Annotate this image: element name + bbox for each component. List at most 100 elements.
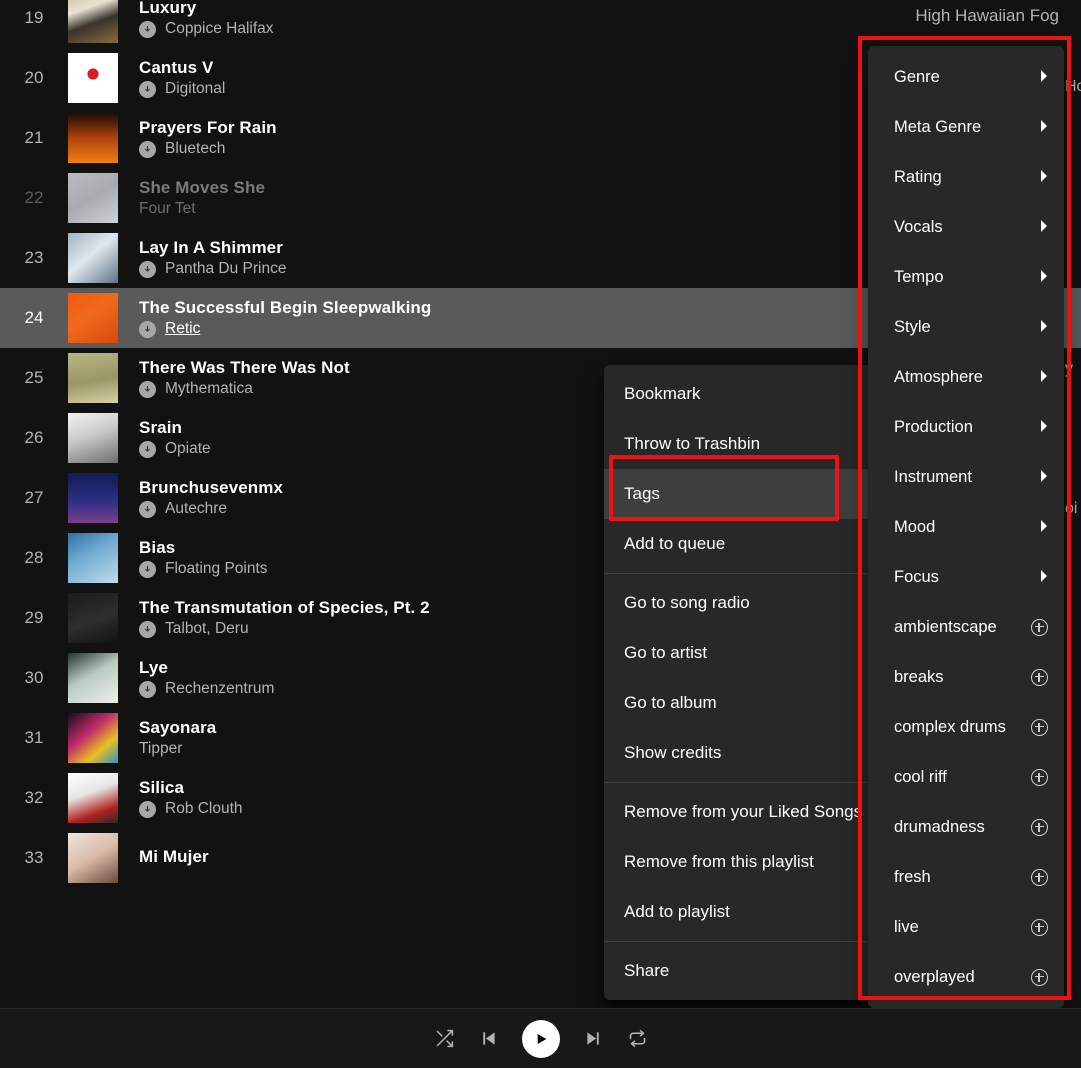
track-artist[interactable]: Bluetech	[165, 140, 225, 158]
tag-menu-item[interactable]: overplayed	[868, 952, 1064, 1002]
tag-menu-item[interactable]: Genre	[868, 52, 1064, 102]
track-artist[interactable]: Retic	[165, 320, 200, 338]
track-artist[interactable]: Digitonal	[165, 80, 225, 98]
tag-menu-item[interactable]: Style	[868, 302, 1064, 352]
track-artist[interactable]: Four Tet	[139, 200, 196, 218]
track-title[interactable]: Brunchusevenmx	[139, 478, 283, 498]
track-title[interactable]: Cantus V	[139, 58, 225, 78]
track-meta: There Was There Was Not Mythematica	[139, 358, 350, 398]
track-title[interactable]: Lye	[139, 658, 274, 678]
track-title[interactable]: Luxury	[139, 0, 274, 18]
track-artist[interactable]: Talbot, Deru	[165, 620, 249, 638]
context-menu-item-label: Share	[624, 961, 670, 980]
context-menu-separator	[604, 573, 900, 574]
tag-menu-item[interactable]: cool riff	[868, 752, 1064, 802]
chevron-right-icon	[1040, 569, 1048, 585]
track-artist[interactable]: Mythematica	[165, 380, 253, 398]
tag-menu-item-label: Genre	[894, 67, 940, 86]
tags-submenu[interactable]: Genre Meta Genre Rating Vocals Tempo Style Atm…	[868, 46, 1064, 1008]
tag-menu-item[interactable]: live	[868, 902, 1064, 952]
track-artist[interactable]: Tipper	[139, 740, 182, 758]
track-title[interactable]: The Transmutation of Species, Pt. 2	[139, 598, 430, 618]
repeat-icon[interactable]	[627, 1028, 648, 1049]
context-menu-item[interactable]: Go to song radio	[604, 578, 900, 628]
track-title[interactable]: Mi Mujer	[139, 847, 209, 867]
context-menu-item[interactable]: Tags	[604, 469, 900, 519]
track-title[interactable]: Prayers For Rain	[139, 118, 277, 138]
add-tag-icon[interactable]	[1031, 968, 1048, 986]
tag-menu-item[interactable]: complex drums	[868, 702, 1064, 752]
track-context-menu[interactable]: Bookmark Throw to Trashbin Tags Add to queu…	[604, 365, 900, 1000]
track-meta: Lye Rechenzentrum	[139, 658, 274, 698]
add-tag-icon[interactable]	[1031, 868, 1048, 886]
previous-icon[interactable]	[478, 1028, 499, 1049]
add-tag-icon[interactable]	[1031, 768, 1048, 786]
context-menu-item[interactable]: Remove from your Liked Songs	[604, 787, 900, 837]
context-menu-item[interactable]: Share	[604, 946, 900, 996]
tag-menu-item[interactable]: Instrument	[868, 452, 1064, 502]
track-title[interactable]: Lay In A Shimmer	[139, 238, 287, 258]
album-art	[68, 773, 118, 823]
add-tag-icon[interactable]	[1031, 918, 1048, 936]
track-artist[interactable]: Pantha Du Prince	[165, 260, 287, 278]
tag-menu-item[interactable]: Focus	[868, 552, 1064, 602]
tag-menu-item-label: Meta Genre	[894, 117, 982, 136]
tag-menu-item[interactable]: fresh	[868, 852, 1064, 902]
track-title[interactable]: Bias	[139, 538, 268, 558]
context-menu-item[interactable]: Remove from this playlist	[604, 837, 900, 887]
track-title[interactable]: The Successful Begin Sleepwalking	[139, 298, 431, 318]
tag-menu-item[interactable]: Production	[868, 402, 1064, 452]
chevron-right-icon	[1040, 469, 1048, 485]
next-icon[interactable]	[583, 1028, 604, 1049]
add-tag-icon[interactable]	[1031, 668, 1048, 686]
track-title[interactable]: Silica	[139, 778, 243, 798]
track-artist-line: Opiate	[139, 440, 211, 458]
tag-menu-item-label: overplayed	[894, 967, 975, 986]
track-title[interactable]: She Moves She	[139, 178, 265, 198]
track-title[interactable]: Sayonara	[139, 718, 216, 738]
track-artist[interactable]: Autechre	[165, 500, 227, 518]
track-artist[interactable]: Floating Points	[165, 560, 268, 578]
track-artist-line: Retic	[139, 320, 431, 338]
track-artist-line: Digitonal	[139, 80, 225, 98]
tag-menu-item[interactable]: breaks	[868, 652, 1064, 702]
tags-submenu-container[interactable]: Genre Meta Genre Rating Vocals Tempo Style Atm…	[858, 36, 1064, 1008]
track-title[interactable]: Srain	[139, 418, 211, 438]
tag-menu-item[interactable]: Atmosphere	[868, 352, 1064, 402]
context-menu-item[interactable]: Throw to Trashbin	[604, 419, 900, 469]
context-menu-item[interactable]: Bookmark	[604, 369, 900, 419]
edge-fragment-1: Ho	[1065, 78, 1081, 95]
play-icon[interactable]	[521, 1019, 560, 1058]
album-art	[68, 233, 118, 283]
player-bar[interactable]	[0, 1008, 1081, 1068]
add-tag-icon[interactable]	[1031, 718, 1048, 736]
tag-menu-item[interactable]: Vocals	[868, 202, 1064, 252]
add-tag-icon[interactable]	[1031, 818, 1048, 836]
track-index: 19	[24, 8, 44, 27]
album-art	[68, 533, 118, 583]
add-tag-icon[interactable]	[1031, 618, 1048, 636]
context-menu-item[interactable]: Add to queue	[604, 519, 900, 569]
album-art	[68, 173, 118, 223]
track-artist[interactable]: Coppice Halifax	[165, 20, 274, 38]
track-index: 23	[24, 248, 44, 267]
context-menu-item[interactable]: Add to playlist	[604, 887, 900, 937]
context-menu-item-label: Bookmark	[624, 384, 701, 403]
track-artist-line: Coppice Halifax	[139, 20, 274, 38]
tag-menu-item[interactable]: ambientscape	[868, 602, 1064, 652]
context-menu-item[interactable]: Go to album	[604, 678, 900, 728]
tag-menu-item[interactable]: drumadness	[868, 802, 1064, 852]
track-meta: Bias Floating Points	[139, 538, 268, 578]
tag-menu-item[interactable]: Meta Genre	[868, 102, 1064, 152]
context-menu-item[interactable]: Go to artist	[604, 628, 900, 678]
track-artist[interactable]: Rob Clouth	[165, 800, 243, 818]
shuffle-icon[interactable]	[434, 1028, 455, 1049]
track-title[interactable]: There Was There Was Not	[139, 358, 350, 378]
track-artist[interactable]: Opiate	[165, 440, 211, 458]
context-menu-item[interactable]: Show credits	[604, 728, 900, 778]
tag-menu-item[interactable]: Tempo	[868, 252, 1064, 302]
track-artist[interactable]: Rechenzentrum	[165, 680, 274, 698]
tag-menu-item[interactable]: Rating	[868, 152, 1064, 202]
tag-menu-item[interactable]: Mood	[868, 502, 1064, 552]
tag-menu-item-label: Rating	[894, 167, 942, 186]
